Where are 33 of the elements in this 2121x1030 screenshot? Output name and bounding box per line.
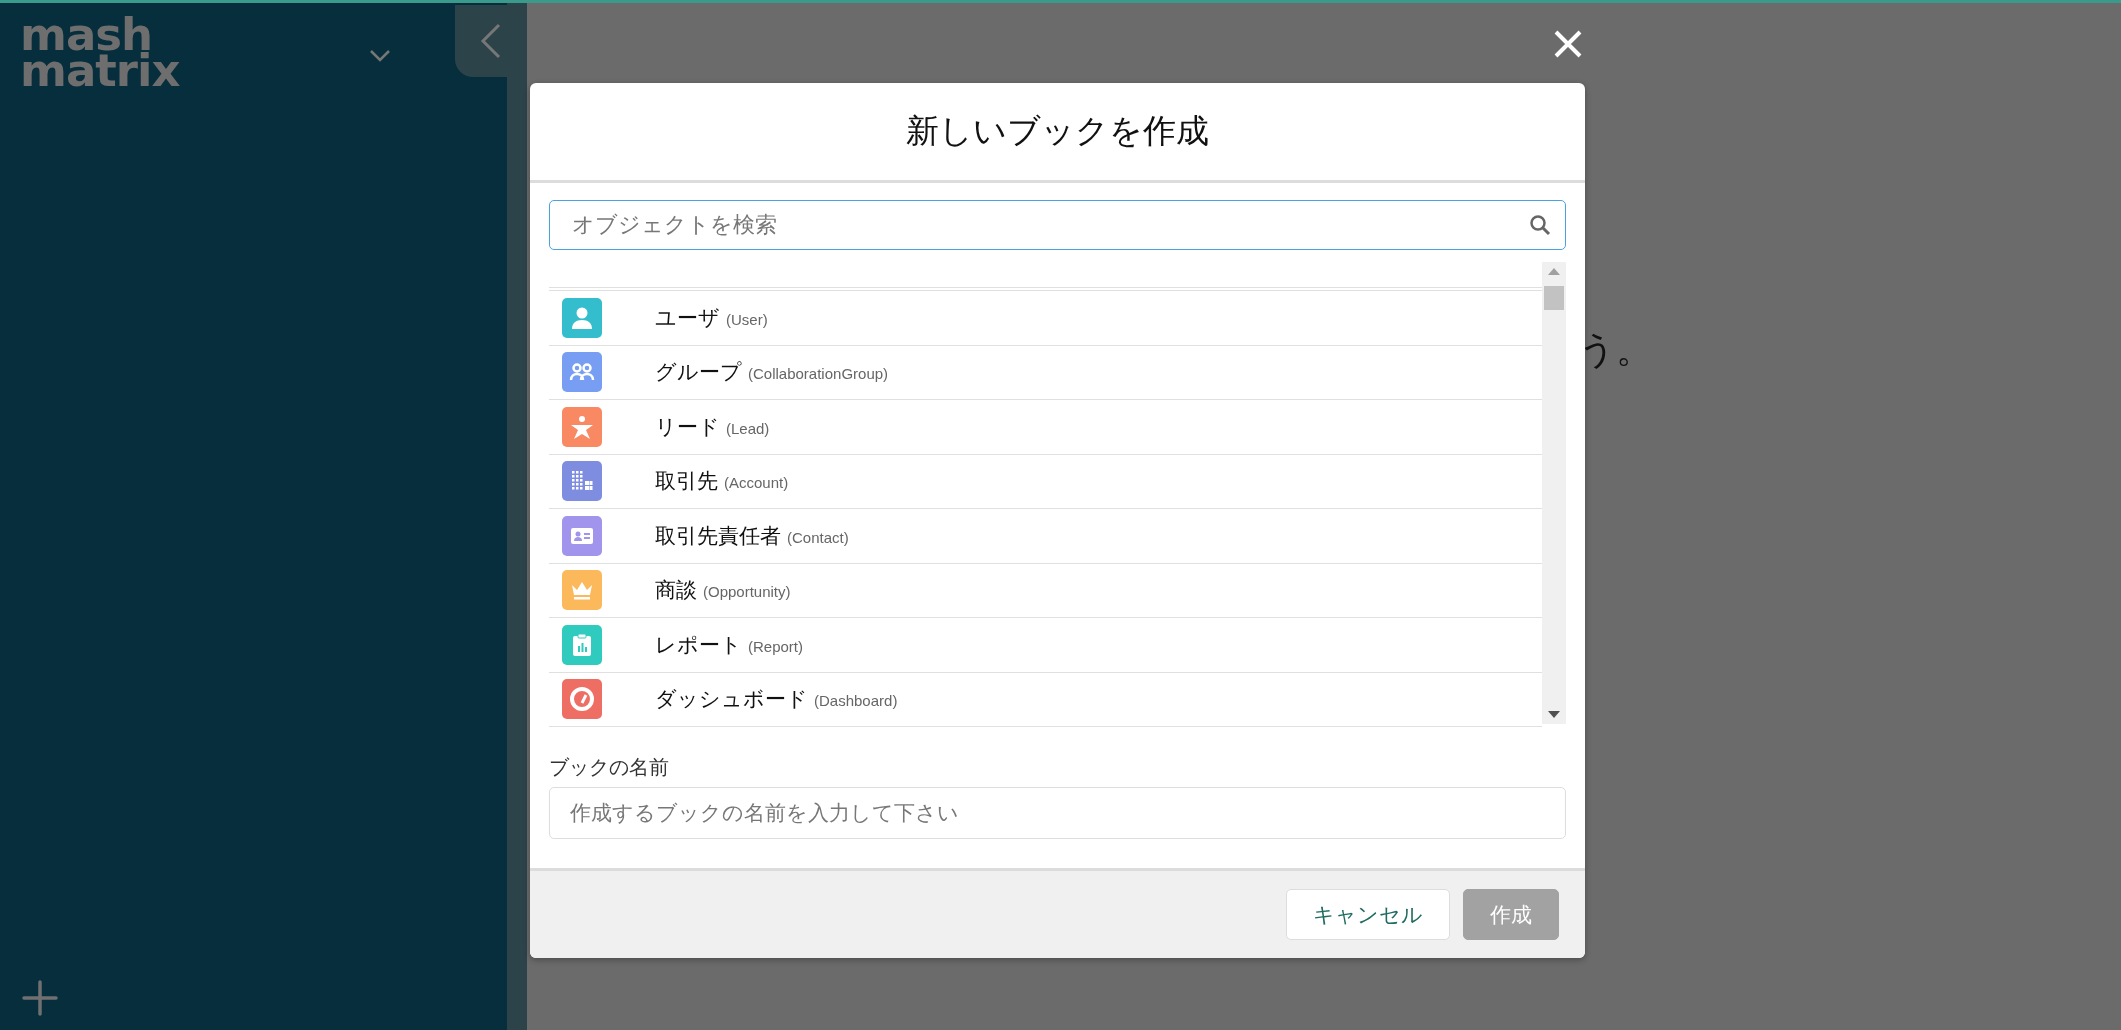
dialog-title: 新しいブックを作成 <box>906 111 1209 151</box>
close-icon <box>1553 29 1583 59</box>
chevron-left-icon <box>480 23 502 59</box>
plus-icon[interactable] <box>22 980 58 1016</box>
cancel-button[interactable]: キャンセル <box>1286 889 1450 940</box>
gauge-icon <box>569 686 595 713</box>
object-name: 取引先 (Account) <box>655 468 789 495</box>
object-list-item[interactable]: リード (Lead) <box>549 400 1542 455</box>
object-name: リード (Lead) <box>655 413 770 440</box>
scroll-down-arrow-icon[interactable] <box>1548 711 1560 718</box>
object-list-item[interactable]: グループ (CollaborationGroup) <box>549 345 1542 400</box>
scrollbar-thumb[interactable] <box>1544 286 1564 310</box>
scrollbar[interactable] <box>1542 262 1566 724</box>
object-list-item[interactable]: ユーザ (User) <box>549 291 1542 346</box>
object-list-item[interactable]: 取引先責任者 (Contact) <box>549 509 1542 564</box>
object-list-item[interactable]: レポート (Report) <box>549 618 1542 673</box>
scroll-up-arrow-icon[interactable] <box>1548 268 1560 275</box>
search-icon[interactable] <box>1529 214 1551 236</box>
object-name: ダッシュボード (Dashboard) <box>655 686 898 713</box>
search-field[interactable]: オブジェクトを検索 <box>549 200 1566 250</box>
object-list-item[interactable]: ダッシュボード (Dashboard) <box>549 672 1542 727</box>
book-name-field[interactable]: 作成するブックの名前を入力して下さい <box>549 787 1566 839</box>
object-name: ユーザ (User) <box>655 304 768 331</box>
object-list-item[interactable]: 商談 (Opportunity) <box>549 563 1542 618</box>
background-text: う。 <box>1578 328 1653 372</box>
object-name: グループ (CollaborationGroup) <box>655 359 889 386</box>
object-list-item[interactable]: 取引先 (Account) <box>549 454 1542 509</box>
object-name: 商談 (Opportunity) <box>655 577 791 604</box>
object-name: 取引先責任者 (Contact) <box>655 522 849 549</box>
chevron-down-icon[interactable] <box>369 49 392 63</box>
figure-icon <box>569 413 595 440</box>
object-name: レポート (Report) <box>655 631 803 658</box>
field-label: ブックの名前 <box>549 755 670 780</box>
